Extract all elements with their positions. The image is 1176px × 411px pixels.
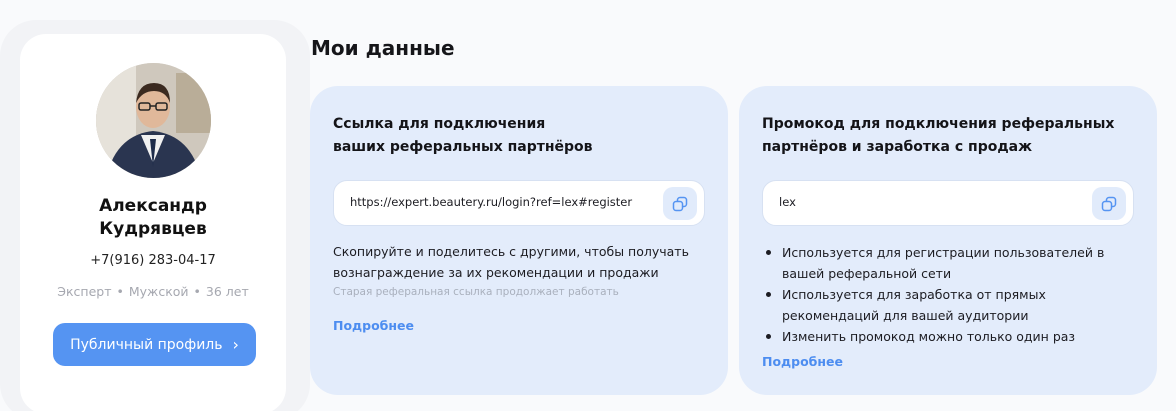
list-item: Используется для регистрации пользовател…	[762, 242, 1142, 284]
promo-code-more-link[interactable]: Подробнее	[762, 354, 843, 369]
profile-role: Эксперт	[57, 284, 112, 299]
public-profile-button-label: Публичный профиль	[70, 336, 223, 353]
profile-name: Александр Кудрявцев	[20, 195, 286, 241]
referral-link-description: Скопируйте и поделитесь с другими, чтобы…	[333, 244, 689, 280]
referral-link-note: Старая реферальная ссылка продолжает раб…	[333, 286, 619, 298]
profile-gender: Мужской	[128, 284, 189, 299]
profile-first-name: Александр	[99, 196, 207, 216]
copy-icon	[672, 196, 688, 211]
list-item: Используется для заработка от прямых рек…	[762, 284, 1142, 326]
promo-code-field[interactable]: lex	[762, 180, 1134, 226]
public-profile-button[interactable]: Публичный профиль ›	[53, 323, 256, 366]
promo-code-heading: Промокод для подключения реферальных пар…	[762, 113, 1122, 159]
referral-link-heading: Ссылка для подключения ваших реферальных…	[333, 113, 693, 159]
page-title: Мои данные	[311, 36, 455, 60]
profile-age: 36 лет	[205, 284, 249, 299]
avatar-image	[96, 63, 211, 178]
promo-code-heading-line1: Промокод для подключения реферальных	[762, 116, 1115, 132]
promo-code-heading-line2: партнёров и заработка с продаж	[762, 139, 1033, 155]
copy-referral-link-button[interactable]	[663, 187, 697, 220]
avatar	[96, 63, 211, 178]
promo-code-rules-list: Используется для регистрации пользовател…	[762, 242, 1142, 347]
copy-icon	[1101, 196, 1117, 211]
profile-last-name: Кудрявцев	[99, 219, 207, 239]
profile-meta: Эксперт • Мужской • 36 лет	[20, 284, 286, 299]
copy-promo-code-button[interactable]	[1092, 187, 1126, 220]
chevron-right-icon: ›	[232, 334, 239, 354]
referral-link-heading-line2: ваших реферальных партнёров	[333, 139, 593, 155]
meta-separator: •	[116, 284, 124, 299]
meta-separator: •	[193, 284, 201, 299]
referral-link-heading-line1: Ссылка для подключения	[333, 116, 546, 132]
referral-link-value[interactable]: https://expert.beautery.ru/login?ref=lex…	[350, 195, 632, 209]
referral-link-panel: Ссылка для подключения ваших реферальных…	[310, 86, 728, 395]
profile-phone: +7(916) 283-04-17	[90, 253, 216, 268]
list-item: Изменить промокод можно только один раз	[762, 326, 1142, 347]
referral-link-more-link[interactable]: Подробнее	[333, 318, 414, 333]
referral-link-field[interactable]: https://expert.beautery.ru/login?ref=lex…	[333, 180, 705, 226]
promo-code-value[interactable]: lex	[779, 195, 796, 209]
promo-code-panel: Промокод для подключения реферальных пар…	[739, 86, 1157, 395]
